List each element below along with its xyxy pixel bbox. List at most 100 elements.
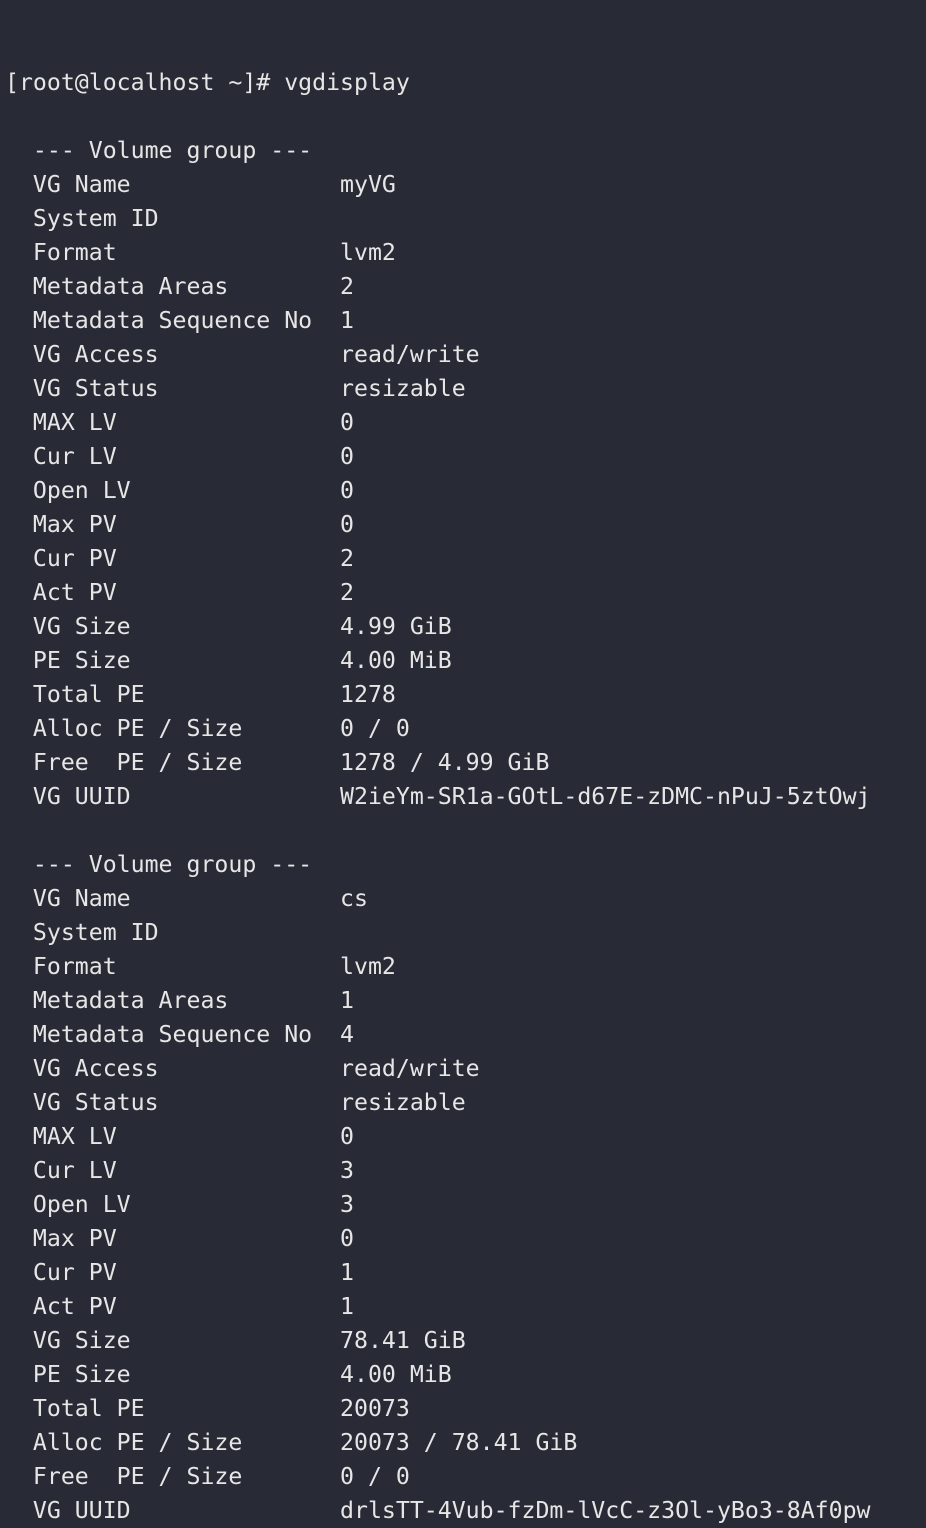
- property-label: Total PE: [32, 1395, 145, 1422]
- property-row: Act PV 2: [5, 576, 871, 610]
- property-label: Metadata Sequence No: [32, 1021, 313, 1048]
- property-label: VG UUID: [32, 1497, 131, 1524]
- property-value: 0: [340, 409, 354, 436]
- property-label: VG Size: [32, 613, 131, 640]
- property-label: Alloc PE / Size: [32, 1429, 243, 1456]
- property-value: 0 / 0: [340, 1463, 410, 1490]
- property-row: Alloc PE / Size 0 / 0: [5, 712, 871, 746]
- property-row: Metadata Areas 1: [5, 984, 871, 1018]
- volume-group-header: --- Volume group ---: [5, 848, 871, 882]
- property-row: Free PE / Size 1278 / 4.99 GiB: [5, 746, 871, 780]
- property-row: MAX LV 0: [5, 406, 871, 440]
- property-label: VG Name: [32, 171, 131, 198]
- property-label: Cur LV: [32, 1157, 117, 1184]
- property-row: Cur LV 3: [5, 1154, 871, 1188]
- property-value: 4.99 GiB: [340, 613, 452, 640]
- shell-prompt: [root@localhost ~]#: [5, 69, 285, 96]
- property-value: 1278: [340, 681, 396, 708]
- property-value: 20073 / 78.41 GiB: [340, 1429, 578, 1456]
- property-value: 1: [340, 307, 354, 334]
- property-label: Max PV: [32, 511, 117, 538]
- property-label: Open LV: [32, 477, 131, 504]
- property-value: W2ieYm-SR1a-GOtL-d67E-zDMC-nPuJ-5ztOwj: [340, 783, 871, 810]
- property-row: System ID: [5, 916, 871, 950]
- property-value: 0 / 0: [340, 715, 410, 742]
- property-label: Act PV: [32, 579, 117, 606]
- property-value: resizable: [340, 1089, 466, 1116]
- property-label: Format: [32, 239, 117, 266]
- property-row: Metadata Sequence No 1: [5, 304, 871, 338]
- property-row: VG Access read/write: [5, 1052, 871, 1086]
- property-row: Max PV 0: [5, 508, 871, 542]
- property-label: Total PE: [32, 681, 145, 708]
- property-row: VG Name myVG: [5, 168, 871, 202]
- property-row: VG Size 4.99 GiB: [5, 610, 871, 644]
- property-row: Format lvm2: [5, 950, 871, 984]
- property-value: drlsTT-4Vub-fzDm-lVcC-z3Ol-yBo3-8Af0pw: [340, 1497, 871, 1524]
- property-label: Metadata Sequence No: [32, 307, 313, 334]
- property-label: MAX LV: [32, 409, 117, 436]
- property-label: PE Size: [32, 647, 131, 674]
- property-label: Metadata Areas: [32, 273, 229, 300]
- property-row: PE Size 4.00 MiB: [5, 644, 871, 678]
- property-label: System ID: [32, 205, 159, 232]
- property-value: lvm2: [340, 239, 396, 266]
- property-label: Metadata Areas: [32, 987, 229, 1014]
- volume-group-header: --- Volume group ---: [5, 134, 871, 168]
- property-value: myVG: [340, 171, 396, 198]
- property-value: resizable: [340, 375, 466, 402]
- property-row: Metadata Areas 2: [5, 270, 871, 304]
- property-row: VG Name cs: [5, 882, 871, 916]
- property-label: VG Access: [32, 341, 159, 368]
- property-row: VG Size 78.41 GiB: [5, 1324, 871, 1358]
- property-row: MAX LV 0: [5, 1120, 871, 1154]
- property-row: Cur LV 0: [5, 440, 871, 474]
- property-row: Open LV 3: [5, 1188, 871, 1222]
- property-label: VG Size: [32, 1327, 131, 1354]
- property-row: VG UUID drlsTT-4Vub-fzDm-lVcC-z3Ol-yBo3-8…: [5, 1494, 871, 1528]
- property-row: Cur PV 2: [5, 542, 871, 576]
- property-value: 0: [340, 511, 354, 538]
- property-row: VG Status resizable: [5, 372, 871, 406]
- property-label: Free PE / Size: [32, 749, 243, 776]
- property-row: VG UUID W2ieYm-SR1a-GOtL-d67E-zDMC-nPuJ-5…: [5, 780, 871, 814]
- property-row: Free PE / Size 0 / 0: [5, 1460, 871, 1494]
- property-row: System ID: [5, 202, 871, 236]
- property-value: 4.00 MiB: [340, 647, 452, 674]
- property-row: VG Status resizable: [5, 1086, 871, 1120]
- property-row: Format lvm2: [5, 236, 871, 270]
- property-value: 2: [340, 273, 354, 300]
- property-label: Max PV: [32, 1225, 117, 1252]
- terminal-output[interactable]: [root@localhost ~]# vgdisplay --- Volume…: [5, 0, 871, 1528]
- property-row: Metadata Sequence No 4: [5, 1018, 871, 1052]
- property-label: PE Size: [32, 1361, 131, 1388]
- property-value: 0: [340, 443, 354, 470]
- property-row: Act PV 1: [5, 1290, 871, 1324]
- property-value: 3: [340, 1191, 354, 1218]
- property-value: 1: [340, 1293, 354, 1320]
- property-row: Total PE 1278: [5, 678, 871, 712]
- property-label: Cur LV: [32, 443, 117, 470]
- property-value: lvm2: [340, 953, 396, 980]
- property-value: 2: [340, 579, 354, 606]
- property-label: Alloc PE / Size: [32, 715, 243, 742]
- property-label: VG Status: [32, 1089, 159, 1116]
- group-header-text: --- Volume group ---: [32, 137, 313, 164]
- property-label: Format: [32, 953, 117, 980]
- property-label: VG UUID: [32, 783, 131, 810]
- property-label: System ID: [32, 919, 159, 946]
- command-line: [root@localhost ~]# vgdisplay: [5, 66, 871, 100]
- property-value: 0: [340, 477, 354, 504]
- property-row: VG Access read/write: [5, 338, 871, 372]
- property-value: 4: [340, 1021, 354, 1048]
- property-row: PE Size 4.00 MiB: [5, 1358, 871, 1392]
- property-value: 4.00 MiB: [340, 1361, 452, 1388]
- property-row: Alloc PE / Size 20073 / 78.41 GiB: [5, 1426, 871, 1460]
- property-label: Open LV: [32, 1191, 131, 1218]
- property-row: Open LV 0: [5, 474, 871, 508]
- command-text: vgdisplay: [284, 69, 410, 96]
- property-value: 3: [340, 1157, 354, 1184]
- property-value: 78.41 GiB: [340, 1327, 466, 1354]
- property-value: cs: [340, 885, 368, 912]
- property-value: 2: [340, 545, 354, 572]
